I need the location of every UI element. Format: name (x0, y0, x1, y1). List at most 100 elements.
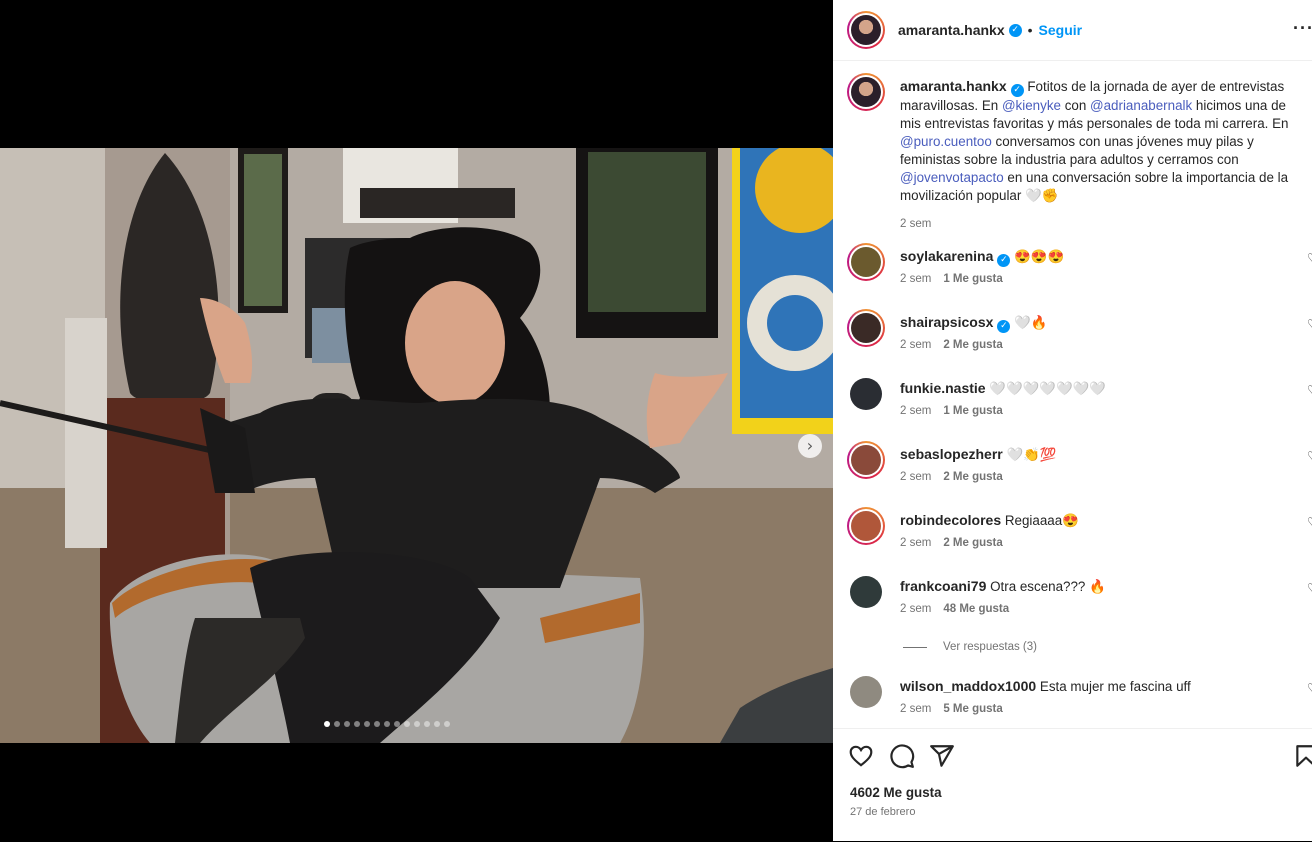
comment-likes[interactable]: 48 Me gusta (943, 603, 1009, 615)
side-panel: amaranta.hankx ✓ • Seguir ··· amaranta.h… (833, 0, 1312, 841)
carousel-dot (354, 721, 360, 727)
view-replies-button[interactable]: Ver respuestas (3) (903, 641, 1037, 653)
likes-count[interactable]: 4602 Me gusta (850, 785, 942, 800)
comment-like-icon[interactable]: ♡ (1307, 515, 1312, 529)
carousel-dot (414, 721, 420, 727)
comment-time: 2 sem (900, 603, 932, 615)
commenter-avatar[interactable] (847, 573, 885, 611)
comment-meta: 2 sem 1 Me gusta (900, 405, 1003, 417)
comment-body: 🤍🤍🤍🤍🤍🤍🤍 (985, 381, 1107, 396)
action-bar: 4602 Me gusta 27 de febrero (833, 728, 1312, 842)
comment-meta: 2 sem 1 Me gusta (900, 273, 1003, 285)
post-header: amaranta.hankx ✓ • Seguir ··· (833, 0, 1312, 61)
carousel-dot (444, 721, 450, 727)
comment-meta: 2 sem 2 Me gusta (900, 471, 1003, 483)
commenter-avatar[interactable] (847, 243, 885, 281)
commenter-avatar[interactable] (847, 375, 885, 413)
comment-time: 2 sem (900, 471, 932, 483)
comments-section[interactable]: amaranta.hankx ✓ Fotitos de la jornada de… (833, 61, 1312, 727)
commenter-username[interactable]: frankcoani79 (900, 578, 986, 594)
commenter-username[interactable]: sebaslopezherr (900, 446, 1003, 462)
comment-body: Otra escena??? 🔥 (986, 579, 1106, 594)
comment-likes[interactable]: 2 Me gusta (943, 339, 1002, 351)
author-avatar[interactable] (847, 11, 885, 49)
commenter-username[interactable]: robindecolores (900, 512, 1001, 528)
verified-badge-icon: ✓ (997, 254, 1011, 267)
comment-text: funkie.nastie 🤍🤍🤍🤍🤍🤍🤍 (900, 380, 1106, 397)
comment-like-icon[interactable]: ♡ (1307, 383, 1312, 397)
carousel-dot (324, 721, 330, 727)
commenter-avatar[interactable] (847, 309, 885, 347)
post-photo (0, 148, 833, 743)
comment-time: 2 sem (900, 339, 932, 351)
carousel-dot (334, 721, 340, 727)
comment-text: frankcoani79 Otra escena??? 🔥 (900, 578, 1106, 595)
comment-like-icon[interactable]: ♡ (1307, 251, 1312, 265)
caption-username[interactable]: amaranta.hankx (900, 78, 1007, 94)
mention-link[interactable]: @jovenvotapacto (900, 170, 1004, 185)
carousel-dot (404, 721, 410, 727)
comment-like-icon[interactable]: ♡ (1307, 317, 1312, 331)
carousel-dots (324, 721, 450, 727)
replies-divider (903, 646, 927, 648)
caption-time: 2 sem (900, 218, 932, 230)
comment-body: Esta mujer me fascina uff (1036, 679, 1191, 694)
commenter-username[interactable]: soylakarenina (900, 248, 993, 264)
separator-dot: • (1027, 22, 1033, 38)
caption-author-avatar[interactable] (847, 73, 885, 111)
comment-meta: 2 sem 5 Me gusta (900, 703, 1003, 715)
caption-text: Fotitos de la jornada de ayer de entrevi… (900, 79, 1289, 203)
commenter-avatar[interactable] (847, 507, 885, 545)
comment-likes[interactable]: 5 Me gusta (943, 703, 1002, 715)
carousel-dot (374, 721, 380, 727)
comment-meta: 2 sem 2 Me gusta (900, 537, 1003, 549)
mention-link[interactable]: @puro.cuentoo (900, 134, 992, 149)
comment-time: 2 sem (900, 537, 932, 549)
carousel-dot (394, 721, 400, 727)
mention-link[interactable]: @adrianabernalk (1090, 98, 1192, 113)
post-date: 27 de febrero (850, 806, 916, 818)
verified-badge-icon: ✓ (1008, 23, 1022, 37)
carousel-dot (344, 721, 350, 727)
comment-likes[interactable]: 2 Me gusta (943, 537, 1002, 549)
commenter-username[interactable]: shairapsicosx (900, 314, 993, 330)
comment-time: 2 sem (900, 273, 932, 285)
carousel-dot (364, 721, 370, 727)
comment-likes[interactable]: 1 Me gusta (943, 273, 1002, 285)
comment-meta: 2 sem 48 Me gusta (900, 603, 1009, 615)
comment-text: robindecolores Regiaaaa😍 (900, 512, 1079, 529)
comment-body: 🤍👏💯 (1002, 447, 1057, 462)
carousel-dot (434, 721, 440, 727)
commenter-avatar[interactable] (847, 673, 885, 711)
comment-meta: 2 sem 2 Me gusta (900, 339, 1003, 351)
caption-segment: con (1060, 98, 1090, 113)
comment-likes[interactable]: 2 Me gusta (943, 471, 1002, 483)
view-replies-label: Ver respuestas (3) (943, 641, 1037, 653)
author-username[interactable]: amaranta.hankx (898, 22, 1005, 38)
comment-like-icon[interactable]: ♡ (1307, 449, 1312, 463)
comment-like-icon[interactable]: ♡ (1307, 581, 1312, 595)
more-options-icon[interactable]: ··· (1293, 18, 1312, 39)
verified-badge-icon: ✓ (997, 320, 1011, 333)
comment-text: wilson_maddox1000 Esta mujer me fascina … (900, 678, 1191, 694)
carousel-next-button[interactable]: › (798, 434, 822, 458)
bookmark-icon[interactable] (1293, 743, 1312, 769)
comment-text: soylakarenina ✓ 😍😍😍 (900, 248, 1064, 267)
mention-link[interactable]: @kienyke (1002, 98, 1061, 113)
comment-like-icon[interactable]: ♡ (1307, 681, 1312, 695)
comment-text: shairapsicosx ✓ 🤍🔥 (900, 314, 1047, 333)
comment-icon[interactable] (889, 743, 915, 769)
commenter-username[interactable]: wilson_maddox1000 (900, 678, 1036, 694)
comment-body: 🤍🔥 (1010, 315, 1048, 330)
comment-time: 2 sem (900, 703, 932, 715)
heart-icon[interactable] (848, 743, 874, 769)
commenter-avatar[interactable] (847, 441, 885, 479)
comment-likes[interactable]: 1 Me gusta (943, 405, 1002, 417)
comment-time: 2 sem (900, 405, 932, 417)
follow-button[interactable]: Seguir (1039, 22, 1083, 38)
media-pane: › (0, 0, 833, 841)
carousel-dot (384, 721, 390, 727)
carousel-dot (424, 721, 430, 727)
commenter-username[interactable]: funkie.nastie (900, 380, 986, 396)
share-icon[interactable] (929, 743, 955, 769)
